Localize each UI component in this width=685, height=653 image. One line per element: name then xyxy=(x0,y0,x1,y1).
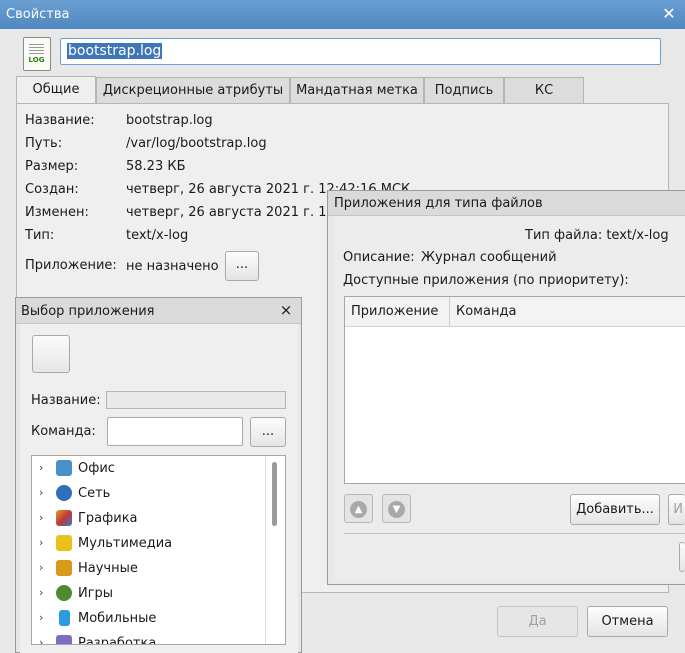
close-icon[interactable]: × xyxy=(278,302,294,318)
chooser-command-label: Команда: xyxy=(31,424,96,439)
close-icon[interactable]: ✕ xyxy=(660,5,678,23)
tab-mandatory-label[interactable]: Мандатная метка xyxy=(290,77,424,103)
tree-item-label: Мультимедиа xyxy=(78,536,173,551)
size-value: 58.23 КБ xyxy=(126,159,186,174)
move-up-button[interactable]: ▲ xyxy=(344,494,373,523)
tree-item-label: Мобильные xyxy=(78,611,157,626)
move-down-button[interactable]: ▼ xyxy=(382,494,411,523)
file-type-label: Тип файла: text/x-log xyxy=(525,228,669,243)
tree-item-development[interactable]: › Разработка xyxy=(32,631,264,644)
tree-item-label: Игры xyxy=(78,586,114,601)
column-command[interactable]: Команда xyxy=(456,304,516,319)
edit-app-button[interactable]: И xyxy=(668,494,685,525)
graphics-icon xyxy=(56,510,72,526)
modified-label: Изменен: xyxy=(25,205,89,220)
application-label: Приложение: xyxy=(25,258,117,273)
column-application[interactable]: Приложение xyxy=(351,304,438,319)
chevron-right-icon[interactable]: › xyxy=(39,486,43,499)
chevron-right-icon[interactable]: › xyxy=(39,511,43,524)
tree-item-label: Графика xyxy=(78,511,138,526)
app-chooser-title: Выбор приложения xyxy=(21,304,155,319)
tree-item-label: Сеть xyxy=(78,486,111,501)
globe-icon xyxy=(56,485,72,501)
office-icon xyxy=(56,460,72,476)
column-separator[interactable] xyxy=(449,297,450,326)
description-label: Описание: xyxy=(343,250,415,265)
gamepad-icon xyxy=(56,585,72,601)
tab-ks[interactable]: КС xyxy=(504,77,584,103)
available-apps-label: Доступные приложения (по приоритету): xyxy=(343,273,629,288)
chevron-down-icon: ▼ xyxy=(388,501,405,518)
log-file-icon: LOG xyxy=(23,37,51,71)
science-icon xyxy=(56,560,72,576)
path-value: /var/log/bootstrap.log xyxy=(126,136,267,151)
chevron-right-icon[interactable]: › xyxy=(39,561,43,574)
tree-item-office[interactable]: › Офис xyxy=(32,456,264,481)
type-value: text/x-log xyxy=(126,228,189,243)
tab-discretionary[interactable]: Дискреционные атрибуты xyxy=(96,77,290,103)
separator xyxy=(344,533,685,534)
window-title: Свойства xyxy=(6,7,70,22)
tree-scrollbar[interactable] xyxy=(272,462,277,526)
choose-application-button[interactable]: ... xyxy=(225,251,259,281)
tree-item-multimedia[interactable]: › Мультимедиа xyxy=(32,531,264,556)
tab-signature[interactable]: Подпись xyxy=(424,77,504,103)
size-label: Размер: xyxy=(25,159,79,174)
browse-command-button[interactable]: ... xyxy=(250,417,286,447)
file-name-input[interactable]: bootstrap.log xyxy=(60,38,661,65)
command-input[interactable] xyxy=(107,417,243,446)
created-label: Создан: xyxy=(25,182,79,197)
chooser-name-field xyxy=(106,391,286,409)
tree-scrollbar-track xyxy=(265,456,266,644)
chevron-right-icon[interactable]: › xyxy=(39,586,43,599)
chevron-right-icon[interactable]: › xyxy=(39,461,43,474)
name-label: Название: xyxy=(25,113,95,128)
chevron-right-icon[interactable]: › xyxy=(39,636,43,644)
development-icon xyxy=(56,635,72,644)
ok-button[interactable]: Да xyxy=(497,606,578,637)
path-label: Путь: xyxy=(25,136,63,151)
application-value: не назначено xyxy=(126,259,219,274)
add-app-button[interactable]: Добавить... xyxy=(570,494,660,525)
type-label: Тип: xyxy=(25,228,55,243)
description-value: Журнал сообщений xyxy=(421,250,557,265)
tree-item-label: Офис xyxy=(78,461,115,476)
tree-item-label: Разработка xyxy=(78,636,157,644)
type-window-button-partial[interactable] xyxy=(679,542,685,572)
chevron-up-icon: ▲ xyxy=(350,501,367,518)
file-type-apps-title: Приложения для типа файлов xyxy=(334,196,543,211)
phone-icon xyxy=(59,610,70,626)
chevron-right-icon[interactable]: › xyxy=(39,611,43,624)
cancel-button[interactable]: Отмена xyxy=(587,606,668,637)
properties-titlebar xyxy=(0,0,685,29)
tree-item-games[interactable]: › Игры xyxy=(32,581,264,606)
tree-item-graphics[interactable]: › Графика xyxy=(32,506,264,531)
file-name-selection: bootstrap.log xyxy=(67,43,163,59)
name-value: bootstrap.log xyxy=(126,113,213,128)
tree-item-label: Научные xyxy=(78,561,138,576)
app-icon-button[interactable] xyxy=(32,335,70,373)
tree-item-mobile[interactable]: › Мобильные xyxy=(32,606,264,631)
tree-item-science[interactable]: › Научные xyxy=(32,556,264,581)
clapperboard-icon xyxy=(56,535,72,551)
tree-item-network[interactable]: › Сеть xyxy=(32,481,264,506)
chooser-name-label: Название: xyxy=(31,393,101,408)
tab-general[interactable]: Общие xyxy=(16,76,96,104)
chevron-right-icon[interactable]: › xyxy=(39,536,43,549)
